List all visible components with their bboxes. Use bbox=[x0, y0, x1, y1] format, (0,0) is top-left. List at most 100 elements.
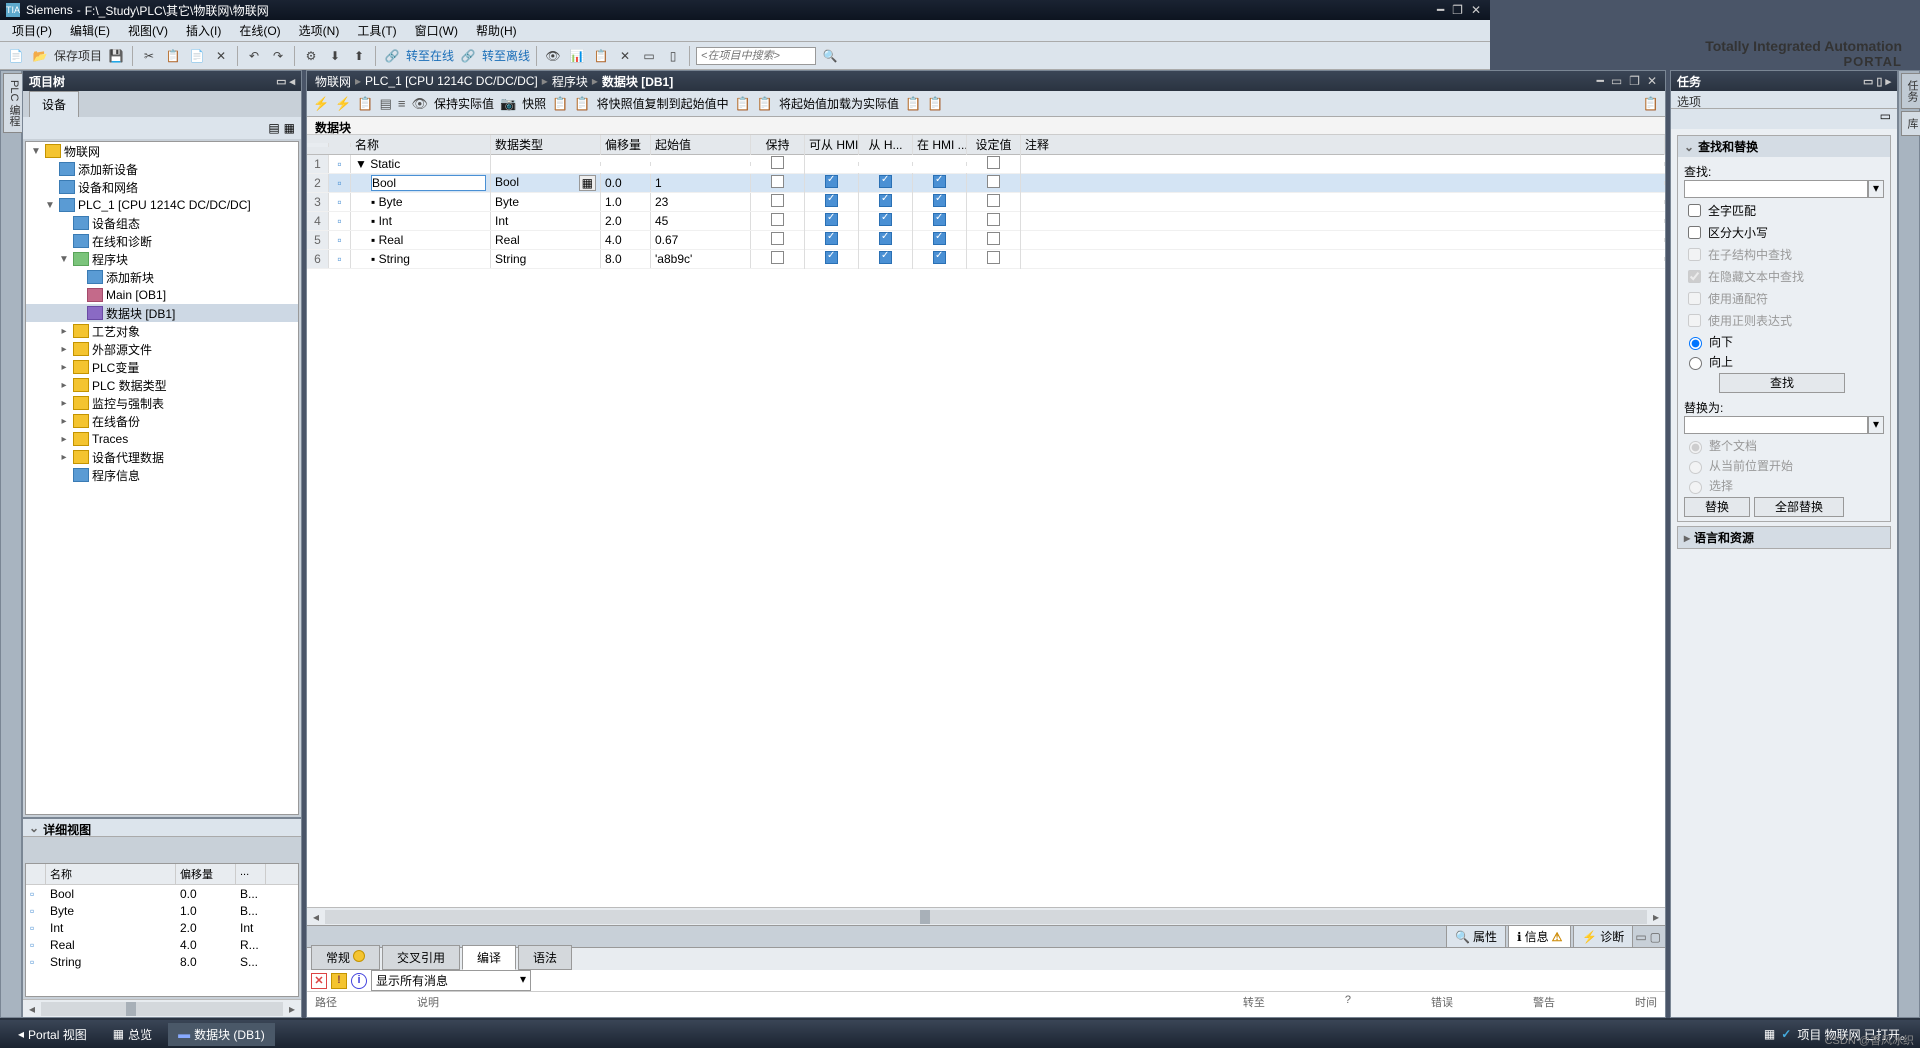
tasks-btn2-icon[interactable]: ▯ bbox=[1876, 75, 1882, 88]
panel-pin-icon[interactable]: ▭ bbox=[276, 75, 286, 88]
ct-icon-1[interactable]: ⚡ bbox=[313, 96, 329, 112]
tb-icon-2[interactable]: 📊 bbox=[567, 46, 587, 66]
detail-grid[interactable]: 名称 偏移量 ... ▫Bool0.0B...▫Byte1.0B...▫Int2… bbox=[25, 863, 299, 997]
appbar-db[interactable]: ▬数据块 (DB1) bbox=[168, 1023, 275, 1046]
download-icon[interactable]: ⬇ bbox=[325, 46, 345, 66]
grid-row[interactable]: 6▫▪ StringString8.0'a8b9c' bbox=[307, 250, 1665, 269]
tree-item[interactable]: 添加新设备 bbox=[26, 160, 298, 178]
detail-row[interactable]: ▫Int2.0Int bbox=[26, 919, 298, 936]
ct-icon-9[interactable]: 📋 bbox=[574, 96, 590, 112]
minimize-icon[interactable]: ━ bbox=[1434, 3, 1447, 17]
tree-item[interactable]: 设备组态 bbox=[26, 214, 298, 232]
menu-options[interactable]: 选项(N) bbox=[291, 20, 348, 41]
col-init[interactable]: 起始值 bbox=[651, 135, 751, 155]
msg-error-icon[interactable]: ✕ bbox=[311, 973, 327, 989]
find-dropdown-icon[interactable]: ▾ bbox=[1868, 180, 1884, 198]
tree-item[interactable]: Main [OB1] bbox=[26, 286, 298, 304]
menu-insert[interactable]: 插入(I) bbox=[178, 20, 229, 41]
tree-item[interactable]: ▼物联网 bbox=[26, 142, 298, 160]
dir-up-radio[interactable] bbox=[1689, 357, 1702, 370]
delete-icon[interactable]: ✕ bbox=[211, 46, 231, 66]
crumb-2[interactable]: 程序块 bbox=[550, 73, 590, 90]
project-tree[interactable]: ▼物联网添加新设备设备和网络▼PLC_1 [CPU 1214C DC/DC/DC… bbox=[25, 141, 299, 815]
open-project-icon[interactable]: 📂 bbox=[30, 46, 50, 66]
col-hmi3[interactable]: 在 HMI ... bbox=[913, 135, 967, 155]
menu-view[interactable]: 视图(V) bbox=[120, 20, 176, 41]
crumb-3[interactable]: 数据块 [DB1] bbox=[600, 73, 675, 90]
itab-xref[interactable]: 交叉引用 bbox=[382, 945, 460, 970]
grid-row[interactable]: 3▫▪ ByteByte1.023 bbox=[307, 193, 1665, 212]
ct-icon-11[interactable]: 📋 bbox=[757, 96, 773, 112]
menu-tools[interactable]: 工具(T) bbox=[349, 20, 404, 41]
tree-item[interactable]: ▸外部源文件 bbox=[26, 340, 298, 358]
rail-tab-lib[interactable]: 库 bbox=[1901, 111, 1920, 136]
replace-all-button[interactable]: 全部替换 bbox=[1754, 497, 1844, 517]
tasks-btn1-icon[interactable]: ▭ bbox=[1863, 75, 1873, 88]
project-search-input[interactable] bbox=[696, 47, 816, 65]
tree-item[interactable]: ▸Traces bbox=[26, 430, 298, 448]
tree-item[interactable]: ▸设备代理数据 bbox=[26, 448, 298, 466]
inspector-tab-diag[interactable]: ⚡诊断 bbox=[1573, 925, 1633, 948]
grid-scroll-right-icon[interactable]: ▸ bbox=[1647, 910, 1665, 924]
rail-tab-tasks[interactable]: 任务 bbox=[1901, 73, 1920, 109]
load-init-button[interactable]: 将起始值加载为实际值 bbox=[779, 95, 899, 112]
paste-icon[interactable]: 📄 bbox=[187, 46, 207, 66]
gooffline-button[interactable]: 转至离线 bbox=[482, 47, 530, 64]
tree-item[interactable]: 在线和诊断 bbox=[26, 232, 298, 250]
tree-item[interactable]: 添加新块 bbox=[26, 268, 298, 286]
ct-icon-6[interactable]: 👁 bbox=[411, 96, 428, 112]
replace-input[interactable] bbox=[1684, 416, 1868, 434]
gooffline-icon[interactable]: 🔗 bbox=[458, 46, 478, 66]
tb-icon-6[interactable]: ▯ bbox=[663, 46, 683, 66]
ct-icon-4[interactable]: ▤ bbox=[380, 96, 392, 112]
datablock-grid[interactable]: 名称 数据类型 偏移量 起始值 保持 可从 HMI/... 从 H... 在 H… bbox=[307, 135, 1665, 907]
editor-float-icon[interactable]: ▭ bbox=[1609, 74, 1624, 88]
ct-icon-12[interactable]: 📋 bbox=[905, 96, 921, 112]
grid-row[interactable]: 2▫Bool▦0.01 bbox=[307, 174, 1665, 193]
itab-general[interactable]: 常规 bbox=[311, 945, 380, 970]
itab-syntax[interactable]: 语法 bbox=[518, 945, 572, 970]
goonline-button[interactable]: 转至在线 bbox=[406, 47, 454, 64]
msg-filter-select[interactable]: 显示所有消息 ▾ bbox=[371, 970, 531, 991]
msg-warn-icon[interactable]: ! bbox=[331, 973, 347, 989]
find-button[interactable]: 查找 bbox=[1719, 373, 1845, 393]
goonline-icon[interactable]: 🔗 bbox=[382, 46, 402, 66]
appbar-portal[interactable]: ◂Portal 视图 bbox=[8, 1023, 97, 1046]
tb-icon-5[interactable]: ▭ bbox=[639, 46, 659, 66]
appbar-overview[interactable]: ▦总览 bbox=[103, 1023, 162, 1046]
case-checkbox[interactable] bbox=[1688, 226, 1701, 239]
ct-icon-8[interactable]: 📋 bbox=[552, 96, 568, 112]
find-input[interactable] bbox=[1684, 180, 1868, 198]
crumb-1[interactable]: PLC_1 [CPU 1214C DC/DC/DC] bbox=[363, 74, 540, 88]
detail-expand-icon[interactable]: ⌄ bbox=[29, 821, 39, 834]
detail-row[interactable]: ▫Bool0.0B... bbox=[26, 885, 298, 902]
copy-icon[interactable]: 📋 bbox=[163, 46, 183, 66]
scroll-right-icon[interactable]: ▸ bbox=[283, 1002, 301, 1016]
whole-word-checkbox[interactable] bbox=[1688, 204, 1701, 217]
search-icon[interactable]: 🔍 bbox=[820, 46, 840, 66]
undo-icon[interactable]: ↶ bbox=[244, 46, 264, 66]
tree-item[interactable]: 程序信息 bbox=[26, 466, 298, 484]
find-section-header[interactable]: ⌄查找和替换 bbox=[1678, 136, 1890, 157]
scroll-left-icon[interactable]: ◂ bbox=[23, 1002, 41, 1016]
grid-scroll-left-icon[interactable]: ◂ bbox=[307, 910, 325, 924]
tree-item[interactable]: ▼程序块 bbox=[26, 250, 298, 268]
inspector-tab-info[interactable]: ℹ信息⚠ bbox=[1508, 925, 1571, 948]
dir-down-radio[interactable] bbox=[1689, 337, 1702, 350]
col-hmi1[interactable]: 可从 HMI/... bbox=[805, 135, 859, 155]
ct-icon-13[interactable]: 📋 bbox=[927, 96, 943, 112]
ct-icon-2[interactable]: ⚡ bbox=[335, 96, 351, 112]
tasks-btn3-icon[interactable]: ▸ bbox=[1885, 75, 1891, 88]
ct-help-icon[interactable]: 📋 bbox=[1643, 96, 1659, 112]
keep-actual-button[interactable]: 保持实际值 bbox=[434, 95, 494, 112]
tb-icon-3[interactable]: 📋 bbox=[591, 46, 611, 66]
cut-icon[interactable]: ✂ bbox=[139, 46, 159, 66]
tb-icon-1[interactable]: 👁 bbox=[543, 46, 563, 66]
msg-info-icon[interactable]: i bbox=[351, 973, 367, 989]
col-set[interactable]: 设定值 bbox=[967, 135, 1021, 155]
restore-icon[interactable]: ❐ bbox=[1449, 3, 1466, 17]
col-hmi2[interactable]: 从 H... bbox=[859, 135, 913, 155]
replace-button[interactable]: 替换 bbox=[1684, 497, 1750, 517]
upload-icon[interactable]: ⬆ bbox=[349, 46, 369, 66]
col-keep[interactable]: 保持 bbox=[751, 135, 805, 155]
